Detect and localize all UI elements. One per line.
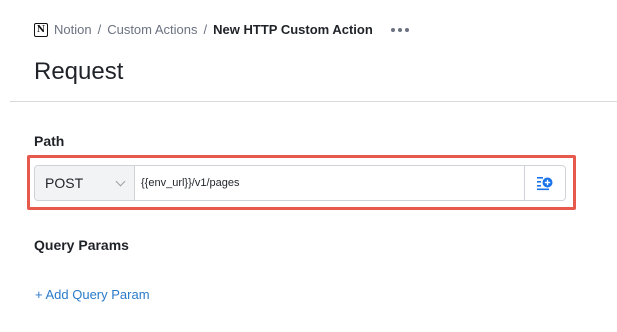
divider [10, 101, 617, 102]
method-value: POST [45, 175, 84, 191]
chevron-down-icon [115, 176, 126, 187]
add-query-param-link[interactable]: + Add Query Param [35, 287, 150, 302]
breadcrumb-current: New HTTP Custom Action [213, 22, 373, 37]
page-title: Request [34, 58, 124, 85]
page: N Notion / Custom Actions / New HTTP Cus… [0, 0, 617, 332]
notion-logo-icon: N [34, 23, 48, 37]
breadcrumb-notion[interactable]: Notion [54, 21, 92, 39]
breadcrumb-separator: / [203, 22, 208, 37]
method-select[interactable]: POST [35, 166, 135, 200]
insert-variable-icon [537, 177, 553, 191]
path-label: Path [34, 133, 65, 149]
path-row: POST [34, 165, 566, 201]
query-params-label: Query Params [34, 237, 129, 253]
breadcrumb-separator: / [97, 22, 102, 37]
insert-variable-button[interactable] [524, 166, 565, 200]
url-input[interactable] [135, 166, 524, 200]
more-horizontal-icon[interactable] [390, 28, 409, 32]
breadcrumb: N Notion / Custom Actions / New HTTP Cus… [34, 21, 409, 39]
breadcrumb-custom-actions[interactable]: Custom Actions [107, 21, 197, 39]
